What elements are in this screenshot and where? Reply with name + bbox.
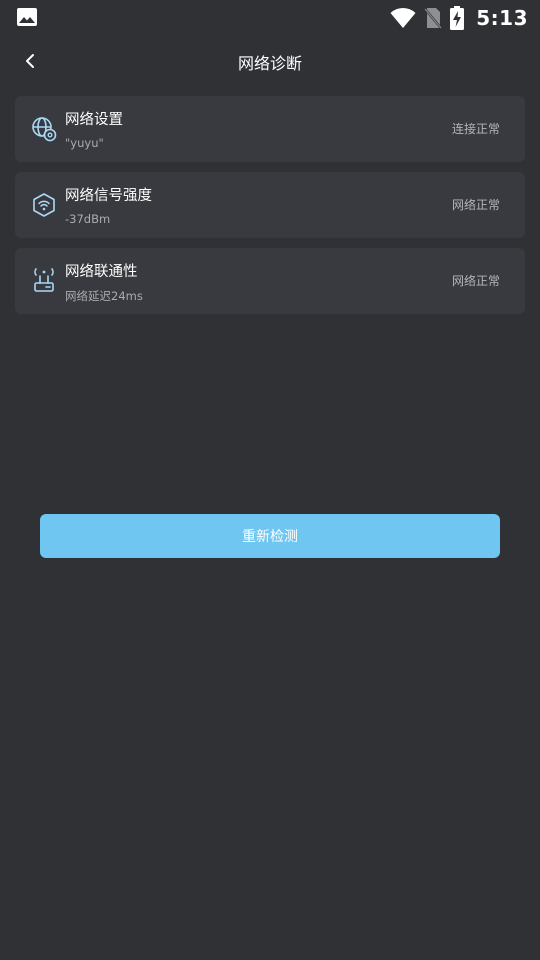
router-icon: [34, 268, 54, 292]
connectivity-card[interactable]: 网络联通性 网络延迟24ms 网络正常: [15, 248, 525, 314]
card-title: 网络设置: [65, 112, 123, 128]
card-title: 网络信号强度: [65, 188, 152, 204]
status-text: 网络正常: [451, 198, 500, 212]
image-icon: [17, 8, 37, 26]
card-subtitle: "yuyu": [65, 136, 104, 150]
status-text: 网络正常: [451, 274, 500, 288]
page-title: 网络诊断: [237, 54, 302, 73]
no-sim-icon: [424, 8, 443, 29]
network-settings-card[interactable]: 网络设置 "yuyu" 连接正常: [15, 96, 525, 162]
status-bar: 5:13: [0, 0, 540, 36]
signal-strength-card[interactable]: 网络信号强度 -37dBm 网络正常: [15, 172, 525, 238]
card-subtitle: -37dBm: [65, 212, 111, 226]
globe-settings-icon: [32, 117, 57, 142]
card-title: 网络联通性: [65, 264, 138, 280]
status-text: 连接正常: [451, 122, 500, 136]
retest-button[interactable]: 重新检测: [40, 514, 500, 558]
clock: 5:13: [476, 6, 528, 30]
wifi-icon: [390, 7, 416, 28]
card-subtitle: 网络延迟24ms: [65, 289, 143, 303]
wifi-shield-icon: [33, 193, 55, 217]
battery-charging-icon: [450, 6, 465, 30]
nav-bar: 网络诊断: [0, 36, 540, 86]
